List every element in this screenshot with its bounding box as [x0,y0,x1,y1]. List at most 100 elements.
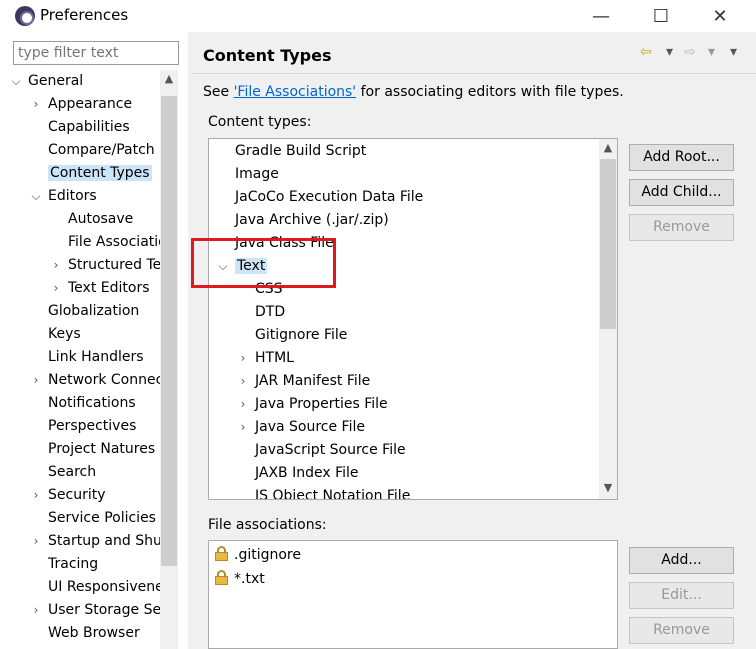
content-types-scrollbar[interactable]: ▲ ▼ [599,139,617,499]
page-title: Content Types [203,46,332,65]
tree-item-label: Autosave [68,211,134,227]
collapse-chevron-icon[interactable]: ⌵ [30,185,42,208]
file-associations-link[interactable]: 'File Associations' [234,84,357,100]
hint-prefix: See [203,84,234,100]
expand-chevron-icon[interactable]: › [30,530,42,553]
content-type-gitignore-file[interactable]: Gitignore File [255,324,347,347]
scroll-up-arrow-icon[interactable]: ▲ [160,72,178,85]
add-root-button[interactable]: Add Root... [629,144,734,171]
forward-menu-icon[interactable]: ▾ [708,44,715,60]
expand-chevron-icon[interactable]: › [237,393,249,416]
content-type-label: Image [235,166,279,182]
tree-item-label: Editors [48,188,97,204]
expand-chevron-icon[interactable]: › [30,369,42,392]
left-edge [0,32,6,649]
tree-item-label: Tracing [48,556,99,572]
file-associations-hint: See 'File Associations' for associating … [203,84,624,100]
minimize-button[interactable]: — [578,0,624,32]
tree-item-network-connections[interactable]: ›Network Connections [34,369,160,392]
tree-item-structured-text[interactable]: ›Structured Text [54,254,160,277]
content-type-gradle-build-script[interactable]: Gradle Build Script [235,140,366,163]
content-types-page: Content Types ⇦ ▾ ⇨ ▾ ▾ See 'File Associ… [192,32,756,649]
file-association-item[interactable]: *.txt [215,568,265,590]
content-type-label: Java Source File [255,419,365,435]
tree-item-label: Startup and Shutdown [48,533,160,549]
content-type-label: JS Object Notation File [255,488,411,500]
remove-association-button[interactable]: Remove [629,617,734,644]
content-type-java-properties-file[interactable]: › Java Properties File [241,393,388,416]
tree-item-security[interactable]: › Security [34,484,106,507]
collapse-chevron-icon[interactable]: ⌵ [10,70,22,93]
tree-item-search[interactable]: Search [48,461,96,484]
content-type-js-object-notation-file[interactable]: JS Object Notation File [255,485,411,500]
tree-item-keys[interactable]: Keys [48,323,81,346]
tree-item-autosave[interactable]: Autosave [68,208,133,231]
tree-item-startup-and-shutdown[interactable]: ›Startup and Shutdown [34,530,160,553]
view-menu-icon[interactable]: ▾ [730,44,737,60]
content-type-jacoco-execution-data-file[interactable]: JaCoCo Execution Data File [235,186,423,209]
expand-chevron-icon[interactable]: › [50,254,62,277]
tree-item-compare-patch[interactable]: Compare/Patch [48,139,155,162]
tree-item-project-natures[interactable]: Project Natures [48,438,155,461]
tree-item-content-types[interactable]: Content Types [48,162,152,185]
tree-item-label: Project Natures [48,441,156,457]
tree-item-file-associations[interactable]: File Associations [68,231,160,254]
tree-item-capabilities[interactable]: Capabilities [48,116,130,139]
tree-item-label: Security [48,487,106,503]
back-menu-icon[interactable]: ▾ [666,44,673,60]
highlight-annotation [191,238,336,288]
tree-item-tracing[interactable]: Tracing [48,553,98,576]
add-association-button[interactable]: Add... [629,547,734,574]
expand-chevron-icon[interactable]: › [237,370,249,393]
tree-item-globalization[interactable]: Globalization [48,300,139,323]
expand-chevron-icon[interactable]: › [50,277,62,300]
tree-item-link-handlers[interactable]: Link Handlers [48,346,144,369]
forward-arrow-icon[interactable]: ⇨ [684,44,696,60]
scroll-up-arrow-icon[interactable]: ▲ [599,141,617,154]
content-type-java-archive-jar-zip[interactable]: Java Archive (.jar/.zip) [235,209,389,232]
add-child-button[interactable]: Add Child... [629,179,734,206]
title-separator [192,73,756,74]
expand-chevron-icon[interactable]: › [237,347,249,370]
preference-tree-scrollbar[interactable]: ▲ [160,70,178,649]
expand-chevron-icon[interactable]: › [30,484,42,507]
expand-chevron-icon[interactable]: › [237,416,249,439]
content-types-tree: Gradle Build Script Image JaCoCo Execution… [208,138,618,500]
content-type-jaxb-index-file[interactable]: JAXB Index File [255,462,359,485]
eclipse-app-icon [15,6,35,26]
file-association-item[interactable]: .gitignore [215,544,301,566]
content-type-java-source-file[interactable]: › Java Source File [241,416,365,439]
tree-item-general[interactable]: ⌵ General [11,70,83,93]
tree-item-user-storage-service[interactable]: ›User Storage Service [34,599,160,622]
expand-chevron-icon[interactable]: › [30,93,42,116]
tree-item-web-browser[interactable]: Web Browser [48,622,140,645]
content-type-html[interactable]: › HTML [241,347,294,370]
tree-item-label: Text Editors [68,280,150,296]
maximize-button[interactable]: ☐ [638,0,684,32]
tree-item-text-editors[interactable]: › Text Editors [54,277,150,300]
expand-chevron-icon[interactable]: › [30,599,42,622]
tree-item-editors[interactable]: ⌵ Editors [31,185,97,208]
preference-tree: ⌵ General › Appearance Capabilities Compare/P… [10,70,160,649]
close-button[interactable]: ✕ [697,0,743,32]
tree-item-perspectives[interactable]: Perspectives [48,415,136,438]
tree-item-service-policies[interactable]: Service Policies [48,507,156,530]
content-type-jar-manifest-file[interactable]: › JAR Manifest File [241,370,371,393]
tree-item-notifications[interactable]: Notifications [48,392,136,415]
scrollbar-thumb[interactable] [600,159,616,329]
content-type-dtd[interactable]: DTD [255,301,285,324]
window-title: Preferences [40,6,129,24]
content-type-label: HTML [255,350,294,366]
lock-icon [215,570,228,585]
scrollbar-thumb[interactable] [161,96,177,566]
scroll-down-arrow-icon[interactable]: ▼ [599,481,617,494]
remove-content-type-button[interactable]: Remove [629,214,734,241]
back-arrow-icon[interactable]: ⇦ [640,44,652,60]
tree-item-label: Service Policies [48,510,156,526]
content-type-image[interactable]: Image [235,163,279,186]
filter-input[interactable] [13,41,179,65]
content-type-javascript-source-file[interactable]: JavaScript Source File [255,439,406,462]
tree-item-ui-responsiveness[interactable]: UI Responsiveness [48,576,160,599]
edit-association-button[interactable]: Edit... [629,582,734,609]
tree-item-appearance[interactable]: › Appearance [34,93,132,116]
